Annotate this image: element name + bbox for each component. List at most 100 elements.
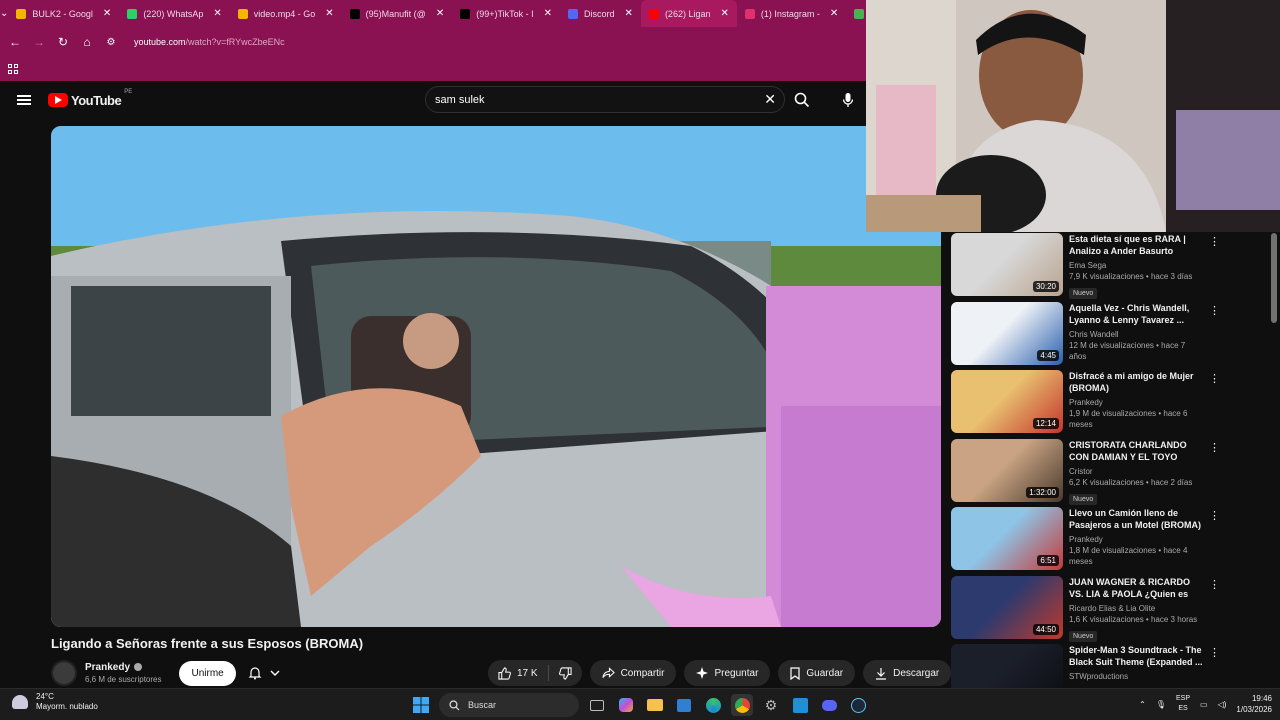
browser-tab-bar: ⌄ BULK2 - Googl ✕ (220) WhatsAp ✕ video.mp4 … [0,0,883,27]
new-badge: Nuevo [1069,288,1098,299]
close-tab-icon[interactable]: ✕ [436,8,444,19]
close-tab-icon[interactable]: ✕ [625,8,633,19]
video-options-icon[interactable]: ⋮ [1209,509,1220,522]
chevron-down-icon [270,670,280,676]
menu-hamburger-icon[interactable] [17,95,31,105]
recommended-video-title[interactable]: Aquella Vez - Chris Wandell, Lyanno & Le… [1069,302,1204,326]
network-icon[interactable]: ▭ [1200,700,1208,709]
browser-tab[interactable]: video.mp4 - Go ✕ [230,0,342,27]
browser-tab[interactable]: (262) Ligan ✕ [640,0,737,27]
edge-icon[interactable] [702,694,724,716]
recommended-video-title[interactable]: CRISTORATA CHARLANDO CON DAMIAN Y EL TOY… [1069,439,1204,463]
back-arrow-icon[interactable]: ← [6,33,24,51]
recommended-video[interactable]: 6:51 Llevo un Camión lleno de Pasajeros a… [951,507,1269,576]
video-thumbnail[interactable]: 4:45 [951,301,1063,365]
video-options-icon[interactable]: ⋮ [1209,441,1220,454]
save-button[interactable]: Guardar [778,660,856,686]
recommended-video[interactable]: 44:50 JUAN WAGNER & RICARDO VS. LIA & PAO… [951,575,1269,645]
video-player[interactable] [51,126,941,627]
steam-icon[interactable] [847,694,869,716]
video-options-icon[interactable]: ⋮ [1209,235,1220,248]
weather-widget[interactable]: 24°C Mayorm. nublado [12,692,98,712]
download-button[interactable]: Descargar [863,660,952,686]
browser-tab[interactable]: (1) Instagram - ✕ [737,0,846,27]
apps-grid-icon[interactable] [8,64,18,74]
video-title: Ligando a Señoras frente a sus Esposos (… [51,636,364,651]
close-tab-icon[interactable]: ✕ [720,8,728,19]
video-duration: 4:45 [1037,349,1059,361]
share-button[interactable]: Compartir [589,660,677,686]
recommended-video[interactable]: 1:32:00 CRISTORATA CHARLANDO CON DAMIAN Y… [951,438,1269,508]
clear-search-icon[interactable]: ✕ [764,91,776,108]
new-badge: Nuevo [1069,493,1098,505]
browser-tab[interactable]: (99+)TikTok - I ✕ [452,0,560,27]
dislike-button[interactable] [549,666,582,680]
windows-start-icon[interactable] [410,694,432,716]
channel-avatar[interactable] [51,660,77,686]
video-frame-car-scene [51,126,941,627]
task-view-icon[interactable] [586,694,608,716]
browser-tab[interactable]: (95)Manufit (@ ✕ [342,0,453,27]
site-settings-icon[interactable]: ⚙ [102,33,120,51]
tray-chevron-up-icon[interactable]: ⌃ [1139,700,1146,709]
browser-tab[interactable]: BULK2 - Googl ✕ [8,0,119,27]
tab-search-chevron-icon[interactable]: ⌄ [0,0,8,27]
recommended-video[interactable]: 30:20 Esta dieta sí que es RARA | Analizo… [951,233,1269,302]
voice-search-button[interactable] [834,86,861,113]
microsoft-store-icon[interactable] [673,694,695,716]
taskbar-search[interactable]: Buscar [439,693,579,717]
recommended-video[interactable]: 4:45 Aquella Vez - Chris Wandell, Lyanno … [951,301,1269,371]
clock[interactable]: 19:46 1/03/2026 [1236,693,1272,715]
join-button[interactable]: Unirme [179,660,236,686]
video-options-icon[interactable]: ⋮ [1209,646,1220,659]
search-input[interactable]: sam sulek ✕ [425,86,785,113]
recommended-video[interactable]: 12:14 Disfracé a mi amigo de Mujer (BROMA… [951,370,1269,439]
recommended-video-title[interactable]: Llevo un Camión lleno de Pasajeros a un … [1069,507,1204,531]
search-button[interactable] [788,86,816,113]
reload-icon[interactable]: ↻ [54,33,72,51]
video-thumbnail[interactable]: 44:50 [951,575,1063,639]
video-thumbnail[interactable]: 6:51 [951,507,1063,570]
browser-tab[interactable]: (220) WhatsAp ✕ [119,0,229,27]
like-count: 17 K [517,667,538,679]
url-field[interactable]: youtube.com/watch?v=fRYwcZbeENc [134,37,285,47]
sidebar-scrollbar[interactable] [1271,233,1277,323]
close-tab-icon[interactable]: ✕ [103,8,111,19]
video-thumbnail[interactable]: 12:14 [951,370,1063,433]
video-options-icon[interactable]: ⋮ [1209,578,1220,591]
discord-icon[interactable] [818,694,840,716]
close-tab-icon[interactable]: ✕ [325,8,333,19]
forward-arrow-icon[interactable]: → [30,33,48,51]
youtube-logo[interactable]: YouTube PE [48,89,132,108]
recommended-video-channel: Chris Wandell [1069,329,1119,339]
video-options-icon[interactable]: ⋮ [1209,372,1220,385]
recommended-video-title[interactable]: Esta dieta sí que es RARA | Analizo a An… [1069,233,1204,257]
volume-icon[interactable]: ◁) [1218,700,1227,709]
app-tile-icon[interactable] [789,694,811,716]
recommended-video-title[interactable]: Spider-Man 3 Soundtrack - The Black Suit… [1069,644,1204,668]
sparkle-icon [696,667,709,679]
file-explorer-icon[interactable] [644,694,666,716]
close-tab-icon[interactable]: ✕ [830,8,838,19]
ask-button[interactable]: Preguntar [684,660,771,686]
settings-gear-icon[interactable]: ⚙ [760,694,782,716]
chrome-icon[interactable] [731,694,753,716]
language-indicator[interactable]: ESP ES [1176,694,1190,714]
home-icon[interactable]: ⌂ [78,33,96,51]
copilot-icon[interactable] [615,694,637,716]
video-thumbnail[interactable]: 1:32:00 [951,438,1063,502]
microphone-tray-icon[interactable]: 🎙 [1156,700,1166,709]
browser-tab[interactable]: Discord ✕ [560,0,641,27]
like-button[interactable]: 17 K [488,666,548,680]
notification-bell-dropdown[interactable] [248,666,280,680]
channel-name[interactable]: Prankedy [85,662,130,673]
close-tab-icon[interactable]: ✕ [213,8,221,19]
url-host: youtube.com [134,37,186,47]
close-tab-icon[interactable]: ✕ [544,8,552,19]
video-options-icon[interactable]: ⋮ [1209,304,1220,317]
recommended-video-title[interactable]: Disfracé a mi amigo de Mujer (BROMA) [1069,370,1204,394]
recommended-video-views: 12 M de visualizaciones • hace 7 años [1069,340,1186,361]
recommended-video-title[interactable]: JUAN WAGNER & RICARDO VS. LIA & PAOLA ¿Q… [1069,576,1204,600]
recommended-video-views: 6,2 K visualizaciones • hace 2 días [1069,477,1193,487]
video-thumbnail[interactable]: 30:20 [951,233,1063,296]
